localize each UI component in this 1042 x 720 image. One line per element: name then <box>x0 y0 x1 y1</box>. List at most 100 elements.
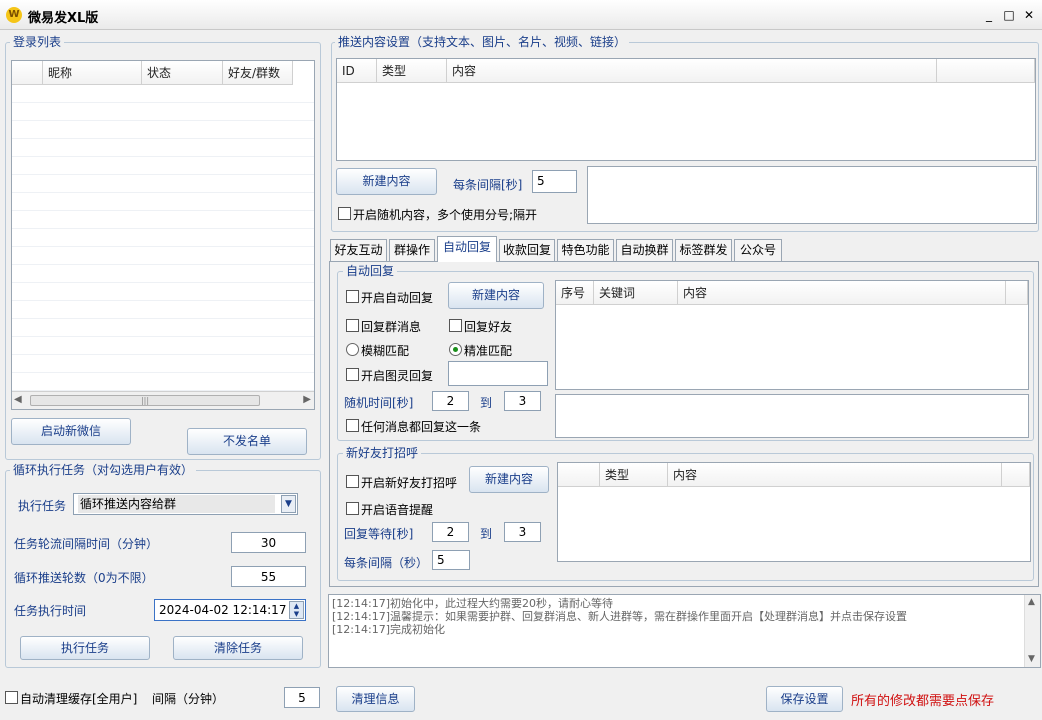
login-list-table[interactable]: 昵称 状态 好友/群数 ◀ ||| ▶ <box>11 60 315 410</box>
greet-new-button[interactable]: 新建内容 <box>469 466 549 493</box>
random-time-to-input[interactable]: 3 <box>504 391 541 411</box>
col-header-reply-content[interactable]: 内容 <box>678 281 1006 305</box>
random-time-to-label: 到 <box>480 396 493 410</box>
random-time-from-input[interactable]: 2 <box>432 391 469 411</box>
col-header-status[interactable]: 状态 <box>142 61 223 85</box>
random-content-checkbox[interactable] <box>338 207 351 220</box>
reply-group-label: 回复群消息 <box>361 320 422 334</box>
blacklist-button[interactable]: 不发名单 <box>187 428 307 455</box>
chevron-down-icon[interactable]: ▼ <box>281 495 296 513</box>
each-interval-input[interactable]: 5 <box>532 170 577 193</box>
scroll-thumb[interactable]: ||| <box>30 395 260 406</box>
interval-input[interactable]: 30 <box>231 532 306 553</box>
random-content-label: 开启随机内容，多个使用分号;隔开 <box>353 208 538 222</box>
reply-friend-checkbox[interactable] <box>449 319 462 332</box>
greet-enable-checkbox[interactable] <box>346 475 359 488</box>
col-header-seq[interactable]: 序号 <box>556 281 594 305</box>
spin-updown-icon[interactable]: ▲ ▼ <box>289 601 304 619</box>
reply-wait-from-input[interactable]: 2 <box>432 522 469 542</box>
clear-task-button[interactable]: 清除任务 <box>173 636 303 660</box>
greet-each-interval-input[interactable]: 5 <box>432 550 470 570</box>
greet-title: 新好友打招呼 <box>343 446 422 460</box>
loop-task-title: 循环执行任务（对勾选用户有效） <box>10 463 197 477</box>
reply-group-checkbox[interactable] <box>346 319 359 332</box>
auto-reply-title: 自动回复 <box>343 264 398 278</box>
scroll-down-icon[interactable]: ▼ <box>1028 653 1035 666</box>
col-header-type[interactable]: 类型 <box>377 59 447 83</box>
scroll-up-icon[interactable]: ▲ <box>1028 596 1035 609</box>
h-scrollbar[interactable]: ◀ ||| ▶ <box>12 391 314 409</box>
col-header-keyword[interactable]: 关键词 <box>594 281 678 305</box>
greet-table[interactable]: 类型 内容 <box>557 462 1031 562</box>
maximize-button[interactable]: □ <box>1000 6 1018 24</box>
close-button[interactable]: ✕ <box>1020 6 1038 24</box>
col-header-nickname[interactable]: 昵称 <box>43 61 142 85</box>
col-header-content[interactable]: 内容 <box>447 59 937 83</box>
push-content-title: 推送内容设置（支持文本、图片、名片、视频、链接） <box>335 35 630 49</box>
log-line: [12:14:17]初始化中，此过程大约需要20秒，请耐心等待 <box>332 597 613 610</box>
tab-group-ops[interactable]: 群操作 <box>389 239 435 261</box>
content-preview-area[interactable] <box>587 166 1037 224</box>
tuling-reply-checkbox[interactable] <box>346 368 359 381</box>
exact-match-radio[interactable] <box>449 343 462 356</box>
random-time-label: 随机时间[秒] <box>344 396 414 410</box>
fuzzy-match-label: 模糊匹配 <box>361 344 410 358</box>
col-header-greet-content[interactable]: 内容 <box>668 463 1002 487</box>
tab-official-account[interactable]: 公众号 <box>734 239 782 261</box>
greet-enable-label: 开启新好友打招呼 <box>361 476 458 490</box>
col-header-extra[interactable] <box>937 59 1035 83</box>
auto-reply-table[interactable]: 序号 关键词 内容 <box>555 280 1029 390</box>
col-header-greet-extra[interactable] <box>1002 463 1030 487</box>
tab-payment-reply[interactable]: 收款回复 <box>499 239 555 261</box>
tab-auto-reply[interactable]: 自动回复 <box>437 236 497 262</box>
reply-wait-label: 回复等待[秒] <box>344 527 414 541</box>
tab-auto-switch-group[interactable]: 自动换群 <box>616 239 673 261</box>
push-content-table[interactable]: ID 类型 内容 <box>336 58 1036 161</box>
col-header-greet-type[interactable]: 类型 <box>600 463 668 487</box>
clear-info-button[interactable]: 清理信息 <box>336 686 415 712</box>
col-header-friends[interactable]: 好友/群数 <box>223 61 293 85</box>
minimize-button[interactable]: _ <box>980 6 998 24</box>
voice-reminder-label: 开启语音提醒 <box>361 503 434 517</box>
scroll-right-icon[interactable]: ▶ <box>303 394 311 405</box>
time-value: 2024-04-02 12:14:17 <box>159 603 287 617</box>
scroll-left-icon[interactable]: ◀ <box>14 394 22 405</box>
rounds-label: 循环推送轮数（0为不限） <box>14 571 154 585</box>
tuling-reply-label: 开启图灵回复 <box>361 369 434 383</box>
auto-reply-text-area[interactable] <box>555 394 1029 438</box>
tab-tag-broadcast[interactable]: 标签群发 <box>675 239 732 261</box>
auto-clean-interval-input[interactable]: 5 <box>284 687 320 708</box>
col-header-greet-check[interactable] <box>558 463 600 487</box>
fuzzy-match-radio[interactable] <box>346 343 359 356</box>
execute-task-button[interactable]: 执行任务 <box>20 636 150 660</box>
exec-task-select[interactable]: 循环推送内容给群 ▼ <box>73 493 298 515</box>
auto-clean-label: 自动清理缓存[全用户] <box>20 692 138 706</box>
time-input[interactable]: 2024-04-02 12:14:17 ▲ ▼ <box>154 599 306 621</box>
tuling-key-input[interactable] <box>448 361 548 386</box>
col-header-reply-extra[interactable] <box>1006 281 1028 305</box>
tab-special-features[interactable]: 特色功能 <box>557 239 614 261</box>
voice-reminder-checkbox[interactable] <box>346 502 359 515</box>
window-title: 微易发XL版 <box>28 11 99 26</box>
save-settings-button[interactable]: 保存设置 <box>766 686 843 712</box>
auto-reply-enable-checkbox[interactable] <box>346 290 359 303</box>
save-notice: 所有的修改都需要点保存 <box>851 694 995 709</box>
start-wechat-button[interactable]: 启动新微信 <box>11 418 131 445</box>
col-header-id[interactable]: ID <box>337 59 377 83</box>
auto-reply-new-button[interactable]: 新建内容 <box>448 282 544 309</box>
col-header-check[interactable] <box>12 61 43 85</box>
reply-wait-to-input[interactable]: 3 <box>504 522 541 542</box>
new-content-button[interactable]: 新建内容 <box>336 168 437 195</box>
v-scrollbar[interactable]: ▲ ▼ <box>1024 595 1040 667</box>
log-area[interactable]: [12:14:17]初始化中，此过程大约需要20秒，请耐心等待 [12:14:1… <box>328 594 1041 668</box>
auto-clean-checkbox[interactable] <box>5 691 18 704</box>
greet-each-interval-label: 每条间隔（秒） <box>344 556 429 570</box>
any-message-checkbox[interactable] <box>346 419 359 432</box>
exec-task-value: 循环推送内容给群 <box>78 495 275 513</box>
tab-friend-interaction[interactable]: 好友互动 <box>330 239 387 261</box>
login-list-rows <box>12 85 314 391</box>
rounds-input[interactable]: 55 <box>231 566 306 587</box>
reply-wait-to-label: 到 <box>480 527 493 541</box>
reply-friend-label: 回复好友 <box>464 320 513 334</box>
exact-match-label: 精准匹配 <box>464 344 513 358</box>
